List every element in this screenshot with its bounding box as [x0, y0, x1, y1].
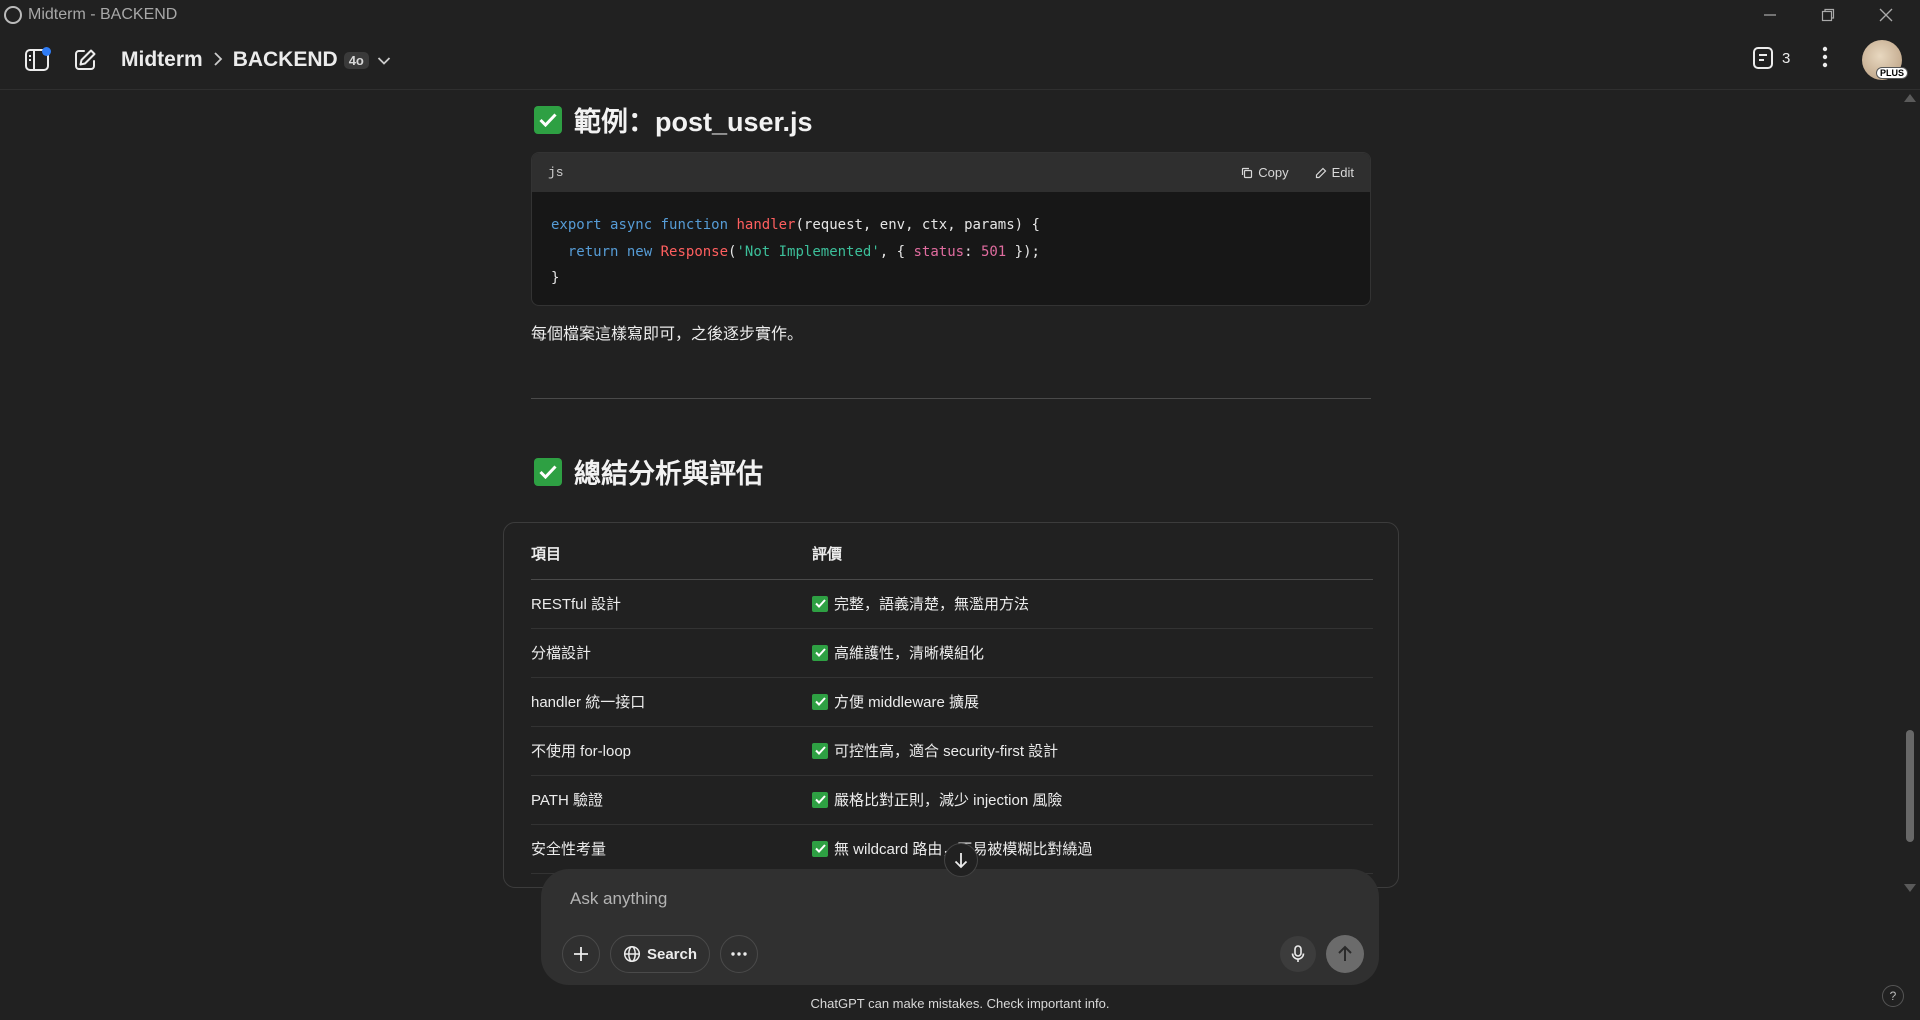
more-options-button[interactable]: [1822, 46, 1828, 73]
table-row: PATH 驗證 嚴格比對正則，減少 injection 風險: [531, 775, 1373, 825]
minimize-icon: [1764, 14, 1776, 16]
ellipsis-icon: [731, 952, 747, 956]
pencil-icon: [1315, 167, 1326, 178]
breadcrumb: Midterm BACKEND 4o: [121, 48, 391, 72]
model-selector-chevron-icon[interactable]: [377, 48, 391, 72]
section-heading-summary: 總結分析與評估: [534, 452, 763, 491]
canvas-docs-button[interactable]: 3: [1752, 46, 1790, 70]
disclaimer-text: ChatGPT can make mistakes. Check importa…: [810, 996, 1110, 1011]
section-heading-text: 總結分析與評估: [574, 459, 763, 489]
check-icon: [812, 791, 828, 808]
globe-icon: [623, 945, 641, 963]
evaluation-table: 項目 評價 RESTful 設計 完整，語義清楚，無濫用方法 分檔設計 高維護性…: [531, 523, 1373, 874]
copy-icon: [1242, 167, 1253, 178]
plan-badge: PLUS: [1876, 67, 1909, 79]
code-line-1: export async function handler(request, e…: [551, 217, 1040, 233]
table-row: 不使用 for-loop 可控性高，適合 security-first 設計: [531, 726, 1373, 776]
restore-icon: [1821, 8, 1835, 22]
check-icon: [812, 693, 828, 710]
column-header-evaluation: 評價: [812, 523, 1373, 580]
table-row: handler 統一接口 方便 middleware 擴展: [531, 677, 1373, 727]
check-icon: [812, 742, 828, 759]
evaluation-text: 可控性高，適合 security-first 設計: [834, 743, 1059, 760]
table-row: 分檔設計 高維護性，清晰模組化: [531, 628, 1373, 678]
column-header-item: 項目: [531, 523, 812, 580]
close-window-button[interactable]: [1858, 0, 1914, 30]
scrollbar-thumb[interactable]: [1906, 730, 1914, 842]
evaluation-text: 高維護性，清晰模組化: [834, 645, 985, 662]
window-titlebar: Midterm - BACKEND: [0, 0, 1920, 30]
search-label: Search: [646, 945, 698, 963]
prompt-input[interactable]: [570, 883, 1270, 915]
code-block-header: js Copy Edit: [532, 153, 1370, 192]
new-chat-button[interactable]: [70, 45, 100, 75]
table-cell-evaluation: 完整，語義清楚，無濫用方法: [812, 579, 1373, 629]
plus-icon: [574, 947, 588, 961]
table-cell-item: handler 統一接口: [531, 677, 812, 727]
evaluation-text: 嚴格比對正則，減少 injection 風險: [834, 792, 1063, 809]
help-button[interactable]: ?: [1882, 985, 1904, 1007]
table-cell-evaluation: 嚴格比對正則，減少 injection 風險: [812, 775, 1373, 825]
edit-label: Edit: [1331, 165, 1354, 180]
table-header-row: 項目 評價: [531, 523, 1373, 580]
code-line-2: return new Response('Not Implemented', {…: [567, 243, 1040, 260]
scroll-down-arrow-icon[interactable]: [1904, 884, 1916, 892]
arrow-down-icon: [954, 853, 968, 869]
sidebar-toggle-button[interactable]: [22, 45, 52, 75]
section-heading-example: 範例：post_user.js: [534, 100, 813, 139]
check-icon: [534, 105, 562, 134]
copy-label: Copy: [1258, 165, 1289, 180]
notification-dot: [42, 47, 51, 56]
message-composer: Search: [541, 869, 1379, 985]
more-tools-button[interactable]: [720, 935, 758, 973]
chevron-right-icon: [213, 48, 223, 72]
microphone-icon: [1291, 945, 1305, 962]
evaluation-text: 方便 middleware 擴展: [834, 694, 980, 711]
scroll-up-arrow-icon[interactable]: [1904, 94, 1916, 102]
search-button[interactable]: Search: [610, 935, 710, 973]
window-title: Midterm - BACKEND: [28, 6, 178, 23]
table-cell-evaluation: 方便 middleware 擴展: [812, 677, 1373, 727]
check-icon: [812, 595, 828, 612]
evaluation-text: 完整，語義清楚，無濫用方法: [834, 596, 1030, 613]
docs-count: 3: [1782, 49, 1791, 67]
send-button[interactable]: [1326, 935, 1364, 973]
voice-input-button[interactable]: [1280, 936, 1316, 972]
document-icon: [1753, 47, 1773, 69]
table-cell-evaluation: 可控性高，適合 security-first 設計: [812, 726, 1373, 776]
table-cell-item: 安全性考量: [531, 824, 812, 874]
openai-logo-icon: [4, 6, 22, 24]
table-cell-item: 分檔設計: [531, 628, 812, 678]
edit-icon: [75, 49, 96, 70]
code-content: export async function handler(request, e…: [532, 192, 1370, 305]
minimize-button[interactable]: [1742, 0, 1798, 30]
section-heading-text: 範例：post_user.js: [574, 107, 813, 137]
table-cell-item: RESTful 設計: [531, 579, 812, 629]
breadcrumb-project[interactable]: Midterm: [121, 48, 203, 72]
close-icon: [1879, 8, 1893, 22]
body-text: 每個檔案這樣寫即可，之後逐步實作。: [531, 326, 804, 343]
evaluation-table-container: 項目 評價 RESTful 設計 完整，語義清楚，無濫用方法 分檔設計 高維護性…: [503, 522, 1399, 888]
edit-code-button[interactable]: Edit: [1315, 165, 1354, 180]
code-language: js: [548, 165, 564, 180]
table-cell-evaluation: 無 wildcard 路由，不易被模糊比對繞過: [812, 824, 1373, 874]
table-cell-item: PATH 驗證: [531, 775, 812, 825]
kebab-menu-icon: [1822, 46, 1828, 68]
divider: [531, 398, 1371, 399]
scroll-to-bottom-button[interactable]: [944, 843, 978, 877]
code-block: js Copy Edit export async function handl…: [531, 152, 1371, 306]
add-attachment-button[interactable]: [562, 935, 600, 973]
arrow-up-icon: [1338, 945, 1352, 961]
model-badge: 4o: [343, 51, 369, 69]
table-row: RESTful 設計 完整，語義清楚，無濫用方法: [531, 579, 1373, 629]
restore-button[interactable]: [1800, 0, 1856, 30]
check-icon: [812, 840, 828, 857]
code-line-3: }: [551, 270, 560, 286]
check-icon: [534, 457, 562, 486]
copy-code-button[interactable]: Copy: [1241, 165, 1289, 180]
check-icon: [812, 644, 828, 661]
table-cell-evaluation: 高維護性，清晰模組化: [812, 628, 1373, 678]
breadcrumb-chat[interactable]: BACKEND: [233, 48, 338, 72]
table-cell-item: 不使用 for-loop: [531, 726, 812, 776]
